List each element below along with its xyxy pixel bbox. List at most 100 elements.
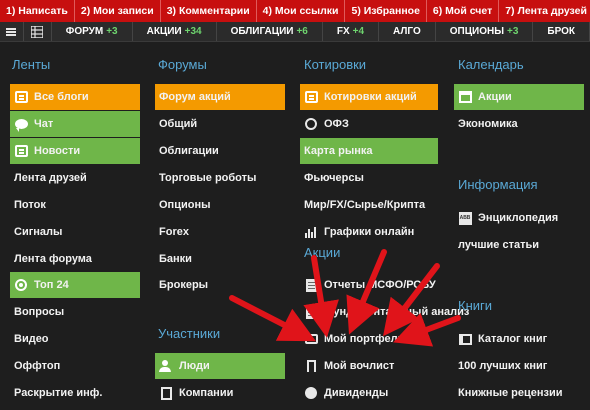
menu-item-top100-books[interactable]: 100 лучших книг [454, 353, 547, 379]
menu-item-book-reviews[interactable]: Книжные рецензии [454, 380, 562, 406]
nav-forum-count: +3 [106, 25, 118, 37]
topbar-item-favorites[interactable]: 5) Избранное [345, 0, 427, 22]
menu-item-options[interactable]: Опционы [155, 192, 210, 218]
nav-options-label: ОПЦИОНЫ [449, 25, 504, 37]
people-icon [159, 359, 173, 373]
nav-forum-label: ФОРУМ [65, 25, 104, 37]
menu-item-friends-feed[interactable]: Лента друзей [10, 165, 87, 191]
award-icon [14, 278, 28, 292]
forums-heading: Форумы [158, 57, 207, 72]
nav-stocks[interactable]: АКЦИИ +34 [133, 22, 217, 41]
menu-item-dividends[interactable]: Дивиденды [300, 380, 388, 406]
nav-bonds-count: +6 [296, 25, 308, 37]
nav-fx-count: +4 [352, 25, 365, 37]
menu-item-economy[interactable]: Экономика [454, 111, 518, 137]
nav-algo[interactable]: АЛГО [379, 22, 436, 41]
menu-item-best-articles[interactable]: лучшие статьи [454, 232, 539, 258]
menu-item-brokers[interactable]: Брокеры [155, 272, 208, 298]
menu-item-companies[interactable]: Компании [155, 380, 233, 406]
quotes-heading: Котировки [304, 57, 367, 72]
menu-item-chat[interactable]: Чат [10, 111, 140, 137]
building-icon [159, 386, 173, 400]
menu-item-people[interactable]: Люди [155, 353, 285, 379]
nav-options-count: +3 [506, 25, 519, 37]
topbar-item-my-links[interactable]: 4) Мои ссылки [257, 0, 346, 22]
menu-item-banks[interactable]: Банки [155, 246, 192, 272]
menu-item-my-watchlist[interactable]: Мой вочлист [300, 353, 394, 379]
fund-icon [304, 305, 318, 319]
menu-item-my-portfolio[interactable]: Мой портфель [300, 326, 404, 352]
briefcase-icon [304, 332, 318, 346]
topbar-item-my-account[interactable]: 6) Мой счет [427, 0, 500, 22]
menu-item-all-blogs[interactable]: Все блоги [10, 84, 140, 110]
menu-item-news[interactable]: Новости [10, 138, 140, 164]
menu-item-questions[interactable]: Вопросы [10, 299, 64, 325]
nav-bonds[interactable]: ОБЛИГАЦИИ +6 [217, 22, 323, 41]
menu-item-label: Чат [34, 118, 54, 130]
menu-item-fundamental-analysis[interactable]: Фундаментальный анализ [300, 299, 469, 325]
menu-item-label: Каталог книг [478, 333, 548, 345]
menu-item-label: Котировки акций [324, 91, 417, 103]
menu-item-disclosure[interactable]: Раскрытие инф. [10, 380, 102, 406]
menu-item-signals[interactable]: Сигналы [10, 219, 62, 245]
nav-bonds-label: ОБЛИГАЦИИ [230, 25, 294, 37]
chart-icon [304, 225, 318, 239]
grid-icon [31, 25, 44, 38]
ofz-icon [304, 117, 318, 131]
menu-item-label: Люди [179, 360, 210, 372]
menu-item-stock-forum[interactable]: Форум акций [155, 84, 285, 110]
hamburger-icon [6, 27, 17, 36]
menu-item-forex[interactable]: Forex [155, 219, 189, 245]
menu-item-label: Дивиденды [324, 387, 389, 399]
nav-fx[interactable]: FX +4 [323, 22, 380, 41]
books-heading: Книги [458, 298, 493, 313]
menu-item-label: Энциклопедия [478, 212, 559, 224]
participants-heading: Участники [158, 326, 221, 341]
topbar-item-my-posts[interactable]: 2) Мои записи [75, 0, 161, 22]
menu-item-charts-online[interactable]: Графики онлайн [300, 219, 414, 245]
menu-item-general[interactable]: Общий [155, 111, 197, 137]
menu-item-label: Графики онлайн [324, 226, 415, 238]
menu-item-label: Компании [179, 387, 234, 399]
menu-item-ofz[interactable]: ОФЗ [300, 111, 349, 137]
menu-item-forum-feed[interactable]: Лента форума [10, 246, 92, 272]
menu-item-offtop[interactable]: Оффтоп [10, 353, 60, 379]
nav-forum[interactable]: ФОРУМ +3 [52, 22, 133, 41]
menu-item-bonds[interactable]: Облигации [155, 138, 219, 164]
feeds-heading: Ленты [12, 57, 51, 72]
quotes-icon [304, 90, 318, 104]
topbar-item-friends-feed[interactable]: 7) Лента друзей [499, 0, 590, 22]
menu-button[interactable] [0, 22, 24, 41]
menu-item-label: Мой портфель [324, 333, 405, 345]
menu-item-reports[interactable]: Отчеты МСФО/РСБУ [300, 272, 436, 298]
menu-item-label: Отчеты МСФО/РСБУ [324, 279, 436, 291]
stocks-heading: Акции [304, 245, 341, 260]
menu-item-label: Акции [478, 91, 512, 103]
topbar-item-comments[interactable]: 3) Комментарии [161, 0, 257, 22]
menu-item-market-map[interactable]: Карта рынка [300, 138, 438, 164]
menu-item-futures[interactable]: Фьючерсы [300, 165, 364, 191]
menu-item-world-fx-crypto[interactable]: Мир/FX/Сырье/Крипта [300, 192, 425, 218]
menu-item-stock-quotes[interactable]: Котировки акций [300, 84, 438, 110]
menu-item-calendar-stocks[interactable]: Акции [454, 84, 584, 110]
nav-options[interactable]: ОПЦИОНЫ +3 [436, 22, 534, 41]
menu-item-label: Топ 24 [34, 279, 69, 291]
topbar-item-write[interactable]: 1) Написать [0, 0, 75, 22]
nav-brokers[interactable]: БРОК [533, 22, 590, 41]
menu-item-label: Все блоги [34, 91, 89, 103]
menu-item-encyclopedia[interactable]: ABB Энциклопедия [454, 205, 558, 231]
menu-item-label: ОФЗ [324, 118, 349, 130]
book-icon [458, 332, 472, 346]
menu-item-label: Мой вочлист [324, 360, 395, 372]
menu-item-video[interactable]: Видео [10, 326, 49, 352]
nav-brokers-label: БРОК [547, 25, 575, 37]
menu-item-top24[interactable]: Топ 24 [10, 272, 140, 298]
menu-item-book-catalog[interactable]: Каталог книг [454, 326, 547, 352]
menu-item-stream[interactable]: Поток [10, 192, 46, 218]
menu-item-trading-robots[interactable]: Торговые роботы [155, 165, 256, 191]
main-navbar: ФОРУМ +3 АКЦИИ +34 ОБЛИГАЦИИ +6 FX +4 АЛГО О… [0, 22, 590, 42]
calendar-icon [458, 90, 472, 104]
nav-fx-label: FX [336, 25, 350, 37]
chat-icon [14, 117, 28, 132]
grid-button[interactable] [24, 22, 52, 41]
